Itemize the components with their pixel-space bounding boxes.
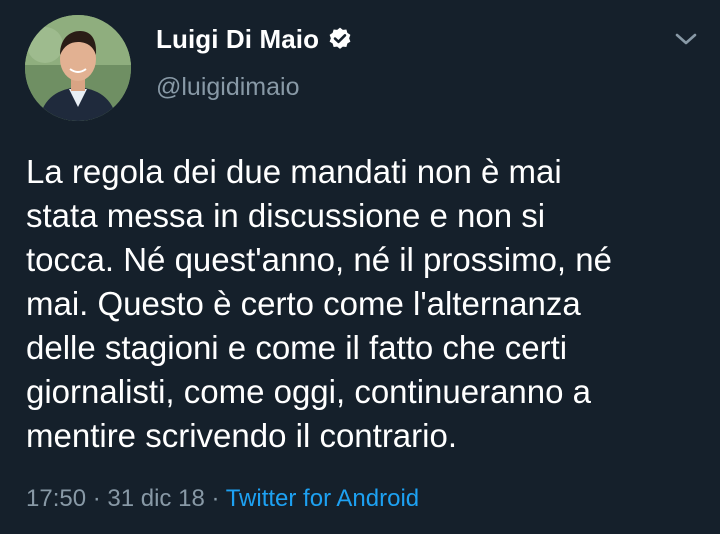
profile-photo — [25, 15, 131, 121]
tweet-date[interactable]: 31 dic 18 — [107, 485, 204, 512]
author-display-name[interactable]: Luigi Di Maio — [156, 24, 319, 55]
author-name-row[interactable]: Luigi Di Maio — [156, 22, 353, 56]
avatar[interactable] — [25, 15, 131, 121]
tweet-time[interactable]: 17:50 — [26, 485, 86, 512]
author-handle[interactable]: @luigidimaio — [156, 73, 300, 102]
tweet-meta: 17:50 · 31 dic 18 · Twitter for Android — [26, 485, 419, 513]
tweet-text: La regola dei due mandati non è mai stat… — [26, 153, 612, 454]
verified-badge-icon — [329, 27, 351, 49]
tweet: Luigi Di Maio @luigidimaio La regola dei… — [0, 0, 720, 534]
tweet-source-link[interactable]: Twitter for Android — [226, 485, 419, 512]
meta-separator: · — [204, 485, 226, 512]
chevron-down-icon[interactable] — [672, 28, 700, 50]
meta-separator: · — [86, 485, 108, 512]
